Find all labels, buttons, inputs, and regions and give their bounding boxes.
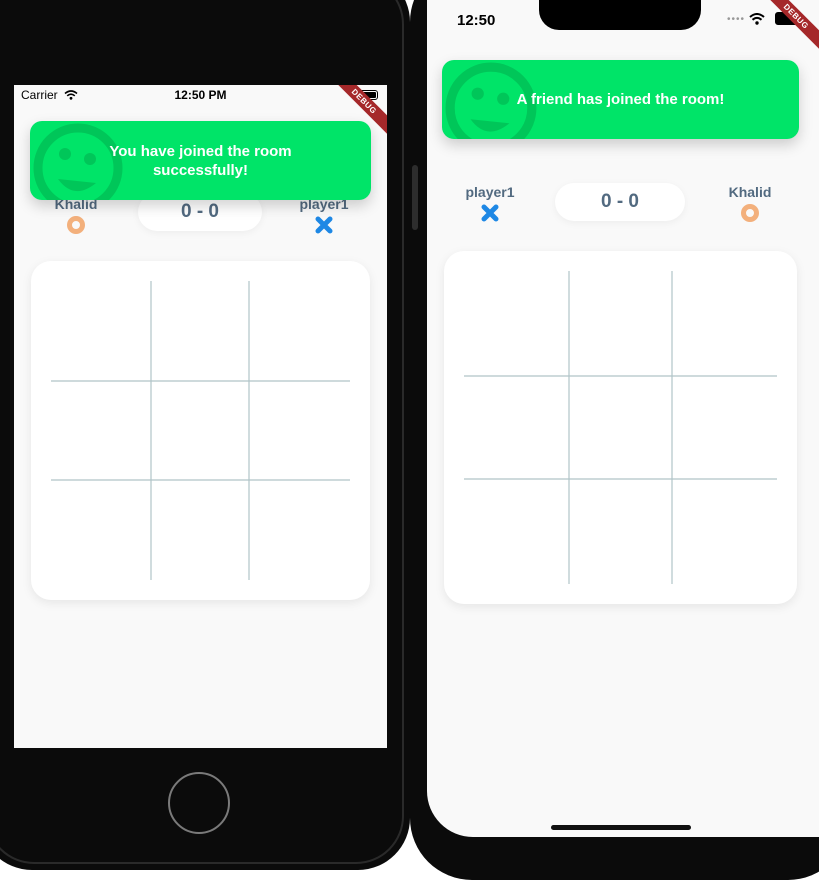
- right-screen: 12:50 •••• DEBUG A friend has joined the…: [427, 0, 819, 837]
- debug-banner: DEBUG: [763, 0, 819, 56]
- board-cell-1[interactable]: [569, 271, 672, 376]
- player-left: player1: [445, 184, 535, 223]
- game-board: [444, 251, 797, 604]
- board-cell-3[interactable]: [51, 381, 151, 480]
- board-cell-7[interactable]: [151, 480, 249, 580]
- board-cell-4[interactable]: [151, 381, 249, 480]
- notch: [539, 0, 701, 30]
- o-icon: [741, 204, 759, 222]
- toast-notification: A friend has joined the room!: [442, 60, 799, 139]
- toast-message: You have joined the room successfully!: [109, 142, 292, 179]
- player-left: Khalid: [31, 196, 121, 235]
- board-cell-2[interactable]: [672, 271, 777, 376]
- player-name: player1: [465, 184, 515, 200]
- toast-message: A friend has joined the room!: [516, 91, 725, 108]
- board-cell-8[interactable]: [672, 479, 777, 584]
- x-icon: [315, 216, 333, 234]
- board-cell-6[interactable]: [51, 480, 151, 580]
- board-cell-6[interactable]: [464, 479, 569, 584]
- status-time: 12:50: [457, 12, 496, 29]
- board-cell-7[interactable]: [569, 479, 672, 584]
- x-icon: [481, 204, 499, 222]
- player-name: Khalid: [728, 184, 772, 200]
- board-cell-5[interactable]: [249, 381, 350, 480]
- o-icon: [67, 216, 85, 234]
- board-cell-8[interactable]: [249, 480, 350, 580]
- board-cell-5[interactable]: [672, 376, 777, 479]
- game-board: [31, 261, 370, 600]
- player-right: Khalid: [705, 184, 795, 223]
- signal-icon: ••••: [727, 14, 746, 25]
- player-right: player1: [279, 196, 369, 235]
- board-cell-4[interactable]: [569, 376, 672, 479]
- debug-label: DEBUG: [763, 0, 819, 53]
- board-cell-0[interactable]: [464, 271, 569, 376]
- left-screen: Carrier 12:50 PM DEBUG Khalid 0 - 0 play…: [14, 85, 387, 748]
- home-indicator[interactable]: [551, 825, 691, 830]
- score-display: 0 - 0: [555, 183, 685, 221]
- home-button[interactable]: [168, 772, 230, 834]
- board-cell-1[interactable]: [151, 281, 249, 381]
- board-cell-2[interactable]: [249, 281, 350, 381]
- side-button: [412, 165, 418, 230]
- board-cell-3[interactable]: [464, 376, 569, 479]
- toast-notification: You have joined the room successfully!: [30, 121, 371, 200]
- board-cell-0[interactable]: [51, 281, 151, 381]
